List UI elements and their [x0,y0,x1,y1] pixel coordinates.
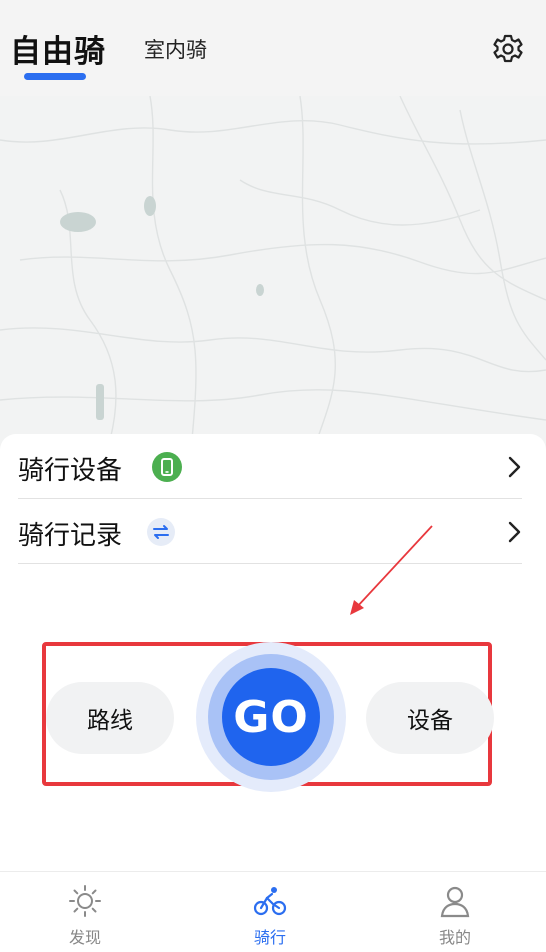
list-item-ride-record[interactable]: 骑行记录 [18,499,522,564]
phone-icon [152,452,182,482]
ride-record-label: 骑行记录 [18,521,123,551]
ride-device-label: 骑行设备 [18,456,123,486]
route-button[interactable]: 路线 [46,682,174,754]
nav-label-discover: 发现 [68,928,101,947]
chevron-right-icon [508,456,521,478]
tab-indoor-ride[interactable]: 室内骑 [144,34,207,64]
swap-icon [147,518,175,546]
nav-item-discover[interactable]: 发现 [25,872,145,952]
tab-free-ride[interactable]: 自由骑 [10,26,106,71]
top-header: 自由骑 室内骑 [0,0,546,96]
bottom-navigation: 发现 骑行 我的 [0,871,546,952]
sun-icon [69,885,101,917]
device-button[interactable]: 设备 [366,682,494,754]
nav-label-me: 我的 [438,928,471,947]
nav-item-me[interactable]: 我的 [395,872,515,952]
annotation-arrow [350,525,433,615]
go-button[interactable]: GO [222,668,320,766]
active-tab-indicator [24,73,86,80]
nav-item-ride[interactable]: 骑行 [210,872,330,952]
list-item-ride-device[interactable]: 骑行设备 [18,434,522,499]
nav-label-ride: 骑行 [253,928,286,947]
person-icon [440,886,470,918]
bicycle-icon [253,887,287,916]
chevron-right-icon [508,521,521,543]
gear-icon[interactable] [492,33,524,65]
